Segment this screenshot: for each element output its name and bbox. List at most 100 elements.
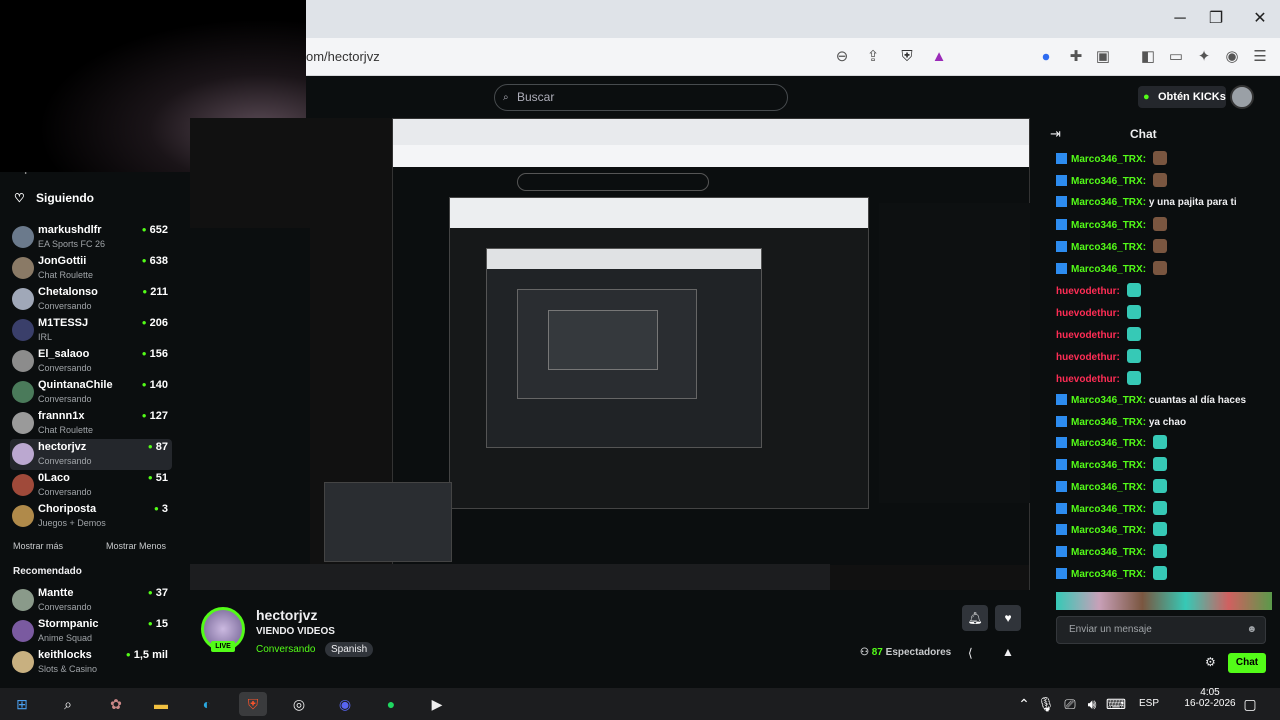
chat-username[interactable]: Marco346_TRX:: [1071, 460, 1146, 471]
settings-icon[interactable]: ⚙: [1205, 655, 1216, 669]
notification-icon[interactable]: ▢: [1236, 692, 1264, 716]
chat-username[interactable]: Marco346_TRX:: [1071, 220, 1146, 231]
menu-icon[interactable]: ☰: [1250, 47, 1270, 67]
chat-message: Marco346_TRX: ya chao: [1056, 415, 1186, 435]
channel-category: Conversando: [38, 301, 92, 311]
chat-username[interactable]: huevodethur:: [1056, 308, 1120, 319]
chat-username[interactable]: Marco346_TRX:: [1071, 504, 1146, 515]
chat-username[interactable]: Marco346_TRX:: [1071, 395, 1146, 406]
app-icon[interactable]: ✿: [102, 692, 130, 716]
channel-name: JonGottii: [38, 255, 87, 267]
sidebar-channel[interactable]: QuintanaChile Conversando 140: [10, 377, 172, 408]
chat-username[interactable]: huevodethur:: [1056, 330, 1120, 341]
channel-viewers: 211: [142, 286, 168, 298]
sidebar-channel[interactable]: JonGottii Chat Roulette 638: [10, 253, 172, 284]
chat-username[interactable]: Marco346_TRX:: [1071, 264, 1146, 275]
close-button[interactable]: ✕: [1248, 8, 1272, 30]
chat-username[interactable]: Marco346_TRX:: [1071, 242, 1146, 253]
emote-icon: [1152, 500, 1167, 515]
sidebar-channel[interactable]: markushdlfr EA Sports FC 26 652: [10, 222, 172, 253]
chat-username[interactable]: Marco346_TRX:: [1071, 417, 1146, 428]
chat-username[interactable]: Marco346_TRX:: [1071, 482, 1146, 493]
emoji-icon[interactable]: ☻: [1246, 617, 1257, 643]
minimize-button[interactable]: ─: [1168, 8, 1192, 30]
chat-username[interactable]: Marco346_TRX:: [1071, 569, 1146, 580]
sub-badge-icon: [1056, 394, 1067, 405]
chat-input[interactable]: Enviar un mensaje ☻: [1056, 616, 1266, 644]
chat-username[interactable]: huevodethur:: [1056, 352, 1120, 363]
notification-bell-button[interactable]: 🔔︎: [962, 605, 988, 631]
leo-icon[interactable]: ✦: [1194, 47, 1214, 67]
sidebar-channel[interactable]: Choriposta Juegos + Demos 3: [10, 501, 172, 532]
brave-icon[interactable]: ⛨: [239, 692, 267, 716]
chat-username[interactable]: huevodethur:: [1056, 286, 1120, 297]
sidebar-icon[interactable]: ◧: [1138, 47, 1158, 67]
stream-category[interactable]: Conversando: [256, 644, 315, 655]
windows-start-icon[interactable]: ⊞: [8, 692, 36, 716]
brave-rewards-icon[interactable]: ▲: [929, 47, 949, 67]
sidebar-channel[interactable]: frannn1x Chat Roulette 127: [10, 408, 172, 439]
sidebar-channel[interactable]: M1TESSJ IRL 206: [10, 315, 172, 346]
sidebar-channel[interactable]: Chetalonso Conversando 211: [10, 284, 172, 315]
spotify-icon[interactable]: ●: [377, 692, 405, 716]
audio-icon[interactable]: ⦁: [1036, 47, 1056, 67]
system-clock[interactable]: 4:05 16-02-2026: [1180, 687, 1240, 709]
file-explorer-icon[interactable]: ▬: [147, 692, 175, 716]
sub-badge-icon: [1056, 458, 1067, 470]
sidebar-following-title: Siguiendo: [36, 191, 94, 205]
obs-icon[interactable]: ◎: [285, 692, 313, 716]
recommended-channel[interactable]: Mantte Conversando 37: [10, 585, 172, 616]
get-kicks-button[interactable]: ● Obtén KICKs: [1138, 86, 1226, 108]
video-player[interactable]: [190, 118, 1030, 590]
url-bar[interactable]: om/hectorjvz: [306, 44, 956, 70]
chat-send-button[interactable]: Chat: [1228, 653, 1266, 673]
search-icon[interactable]: ⌕: [54, 692, 82, 716]
restore-button[interactable]: ❐: [1204, 8, 1228, 30]
user-avatar[interactable]: [1230, 85, 1254, 109]
kicks-icon: ●: [1143, 91, 1150, 103]
chat-username[interactable]: Marco346_TRX:: [1071, 438, 1146, 449]
chat-username[interactable]: Marco346_TRX:: [1071, 525, 1146, 536]
report-icon[interactable]: ▲: [1002, 645, 1014, 659]
chat-username[interactable]: Marco346_TRX:: [1071, 547, 1146, 558]
show-more-link[interactable]: Mostrar más: [13, 541, 63, 551]
media-player-icon[interactable]: ▶: [423, 692, 451, 716]
follow-button[interactable]: ♥: [995, 605, 1021, 631]
language-tag[interactable]: Spanish: [325, 642, 374, 657]
wallet-icon[interactable]: ▭: [1166, 47, 1186, 67]
chat-message: huevodethur:: [1056, 283, 1141, 303]
chat-username[interactable]: Marco346_TRX:: [1071, 197, 1146, 208]
show-less-link[interactable]: Mostrar Menos: [106, 541, 166, 551]
share-icon[interactable]: ⇪: [863, 47, 883, 67]
extensions-icon[interactable]: ✚: [1066, 47, 1086, 67]
chat-username[interactable]: Marco346_TRX:: [1071, 176, 1146, 187]
channel-category: IRL: [38, 332, 53, 342]
search-input[interactable]: ⌕ Buscar: [494, 84, 788, 111]
streamer-name[interactable]: hectorjvz: [256, 607, 317, 623]
recommended-channel[interactable]: keithlocks Slots & Casino 1,5 mil: [10, 647, 172, 678]
emote-row[interactable]: [1056, 592, 1272, 610]
zoom-icon[interactable]: ⊖: [832, 47, 852, 67]
keyboard-icon[interactable]: ⌨: [1102, 692, 1130, 716]
share-icon[interactable]: ⟨: [968, 646, 973, 660]
browser-toolbar: om/hectorjvz ⊖ ⇪ ⛨ ▲ ⦁ ✚ ▣ ◧ ▭ ✦ ◉ ☰: [306, 38, 1280, 76]
collapse-chat-icon[interactable]: ⇥: [1050, 126, 1061, 142]
get-kicks-label: Obtén KICKs: [1158, 91, 1226, 103]
sidebar-channel[interactable]: hectorjvz Conversando 87: [10, 439, 172, 470]
vpn-icon[interactable]: ◉: [1222, 47, 1242, 67]
recommended-channel[interactable]: Stormpanic Anime Squad 15: [10, 616, 172, 647]
brave-shield-icon[interactable]: ⛨: [897, 47, 917, 67]
language-indicator[interactable]: ESP: [1134, 692, 1164, 716]
discord-icon[interactable]: ◉: [331, 692, 359, 716]
sidebar-channel[interactable]: El_salaoo Conversando 156: [10, 346, 172, 377]
channel-category: Slots & Casino: [38, 664, 98, 674]
sub-badge-icon: [1056, 568, 1067, 580]
channel-viewers: 652: [142, 224, 168, 236]
sidebar-channel[interactable]: 0Laco Conversando 51: [10, 470, 172, 501]
chat-username[interactable]: Marco346_TRX:: [1071, 154, 1146, 165]
nested-window-2: [449, 197, 869, 509]
edge-icon[interactable]: ◐: [193, 692, 221, 716]
chat-username[interactable]: huevodethur:: [1056, 374, 1120, 385]
sub-badge-icon: [1056, 241, 1067, 252]
reader-icon[interactable]: ▣: [1093, 47, 1113, 67]
